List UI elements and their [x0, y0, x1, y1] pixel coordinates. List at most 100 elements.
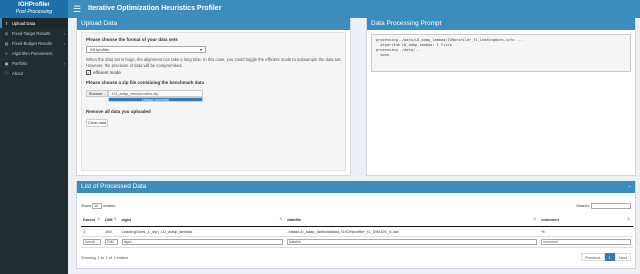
table-cell: 1: [81, 226, 104, 237]
table-row[interactable]: 1 100 LeadingOnes_1_dyn_LD_adap_lambda ./da…: [81, 226, 633, 237]
sort-icon: ⇅: [113, 217, 117, 222]
column-header-label: comment: [541, 217, 559, 223]
top-navbar: ☰ Iterative Optimization Heuristics Prof…: [68, 0, 640, 18]
processed-data-box: List of Processed Data − Show 10 entries…: [76, 181, 636, 269]
sliders-icon: ≡: [5, 50, 8, 56]
filter-input-dim[interactable]: DIM: [105, 238, 118, 245]
target-icon: ◎: [4, 30, 9, 36]
browse-button[interactable]: Browse...: [86, 90, 108, 97]
filter-cell: datafile: [285, 236, 540, 248]
table-cell: ./data/LD_adap_lambda/data_f1/IOHprofile…: [285, 226, 540, 237]
upload-data-box: Upload Data Please choose the format of …: [76, 18, 351, 176]
table-cell: 100: [103, 226, 120, 237]
efficient-mode-row: ✓ efficient mode: [86, 70, 341, 75]
filter-cell: comment: [539, 236, 633, 248]
zip-label: Please choose a zip file containing the …: [86, 80, 205, 85]
efficient-mode-label: efficient mode: [93, 70, 121, 75]
format-label: Please choose the format of your data se…: [86, 37, 178, 42]
table-controls: Show 10 entries Search:: [81, 203, 631, 210]
chevron-left-icon: ‹: [63, 60, 65, 66]
previous-page-button[interactable]: Previous: [580, 253, 605, 261]
sidebar-item-label: Portfolio: [12, 60, 28, 66]
filter-input-funcid[interactable]: funcId: [83, 238, 102, 245]
file-name-field[interactable]: LD_adap_benchmarks.zip: [108, 90, 203, 97]
remove-data-label: Remove all data you uploaded: [86, 109, 151, 114]
table-info: Showing 1 to 1 of 1 entries: [81, 255, 129, 260]
collapse-icon[interactable]: −: [628, 181, 631, 193]
table-box-header: List of Processed Data −: [77, 181, 635, 193]
caret-down-icon: ▾: [199, 47, 202, 52]
filter-cell: DIM: [103, 236, 120, 248]
table-search: Search:: [576, 203, 631, 209]
search-label: Search:: [576, 203, 590, 209]
filter-input-datafile[interactable]: datafile: [287, 238, 538, 245]
show-label: Show: [81, 203, 92, 209]
filter-row: funcId DIM algId datafile comment: [81, 236, 633, 248]
sidebar-item-fixed-target-results[interactable]: ◎ Fixed-Target Results ‹: [0, 28, 68, 38]
prompt-box-title: Data Processing Prompt: [367, 18, 635, 30]
filter-input-algid[interactable]: algId: [121, 238, 284, 245]
sidebar-item-upload-data[interactable]: ⇪ Upload Data: [0, 18, 68, 28]
entries-label: entries: [103, 203, 116, 209]
column-header-dim[interactable]: DIM ⇅: [103, 214, 120, 227]
upload-box-title: Upload Data: [77, 18, 350, 30]
sidebar-item-about[interactable]: ⓘ About: [0, 68, 68, 78]
chevron-left-icon: ‹: [63, 40, 65, 46]
filter-input-comment[interactable]: comment: [541, 238, 631, 245]
column-header-label: funcId: [83, 217, 95, 223]
sidebar-item-algorithm-parameters[interactable]: ≡ Algorithm Parameters: [0, 48, 68, 58]
table-cell: %: [539, 226, 633, 237]
column-header-label: DIM: [105, 217, 113, 223]
sort-icon: ⇅: [279, 217, 283, 222]
filter-cell: funcId: [81, 236, 104, 248]
logo-subtitle: Post-Processing: [15, 9, 53, 15]
format-select-value: IOHprofiler: [90, 47, 110, 52]
column-header-comment[interactable]: comment ⇅: [539, 214, 633, 227]
table-box-title: List of Processed Data: [81, 183, 147, 190]
search-input[interactable]: [591, 203, 631, 209]
app-title: Iterative Optimization Heuristics Profil…: [88, 5, 222, 12]
chevron-left-icon: ‹: [63, 30, 65, 36]
logo-title: IOHProfiler: [18, 2, 50, 8]
format-select[interactable]: IOHprofiler ▾: [86, 46, 206, 53]
sidebar-item-portfolio[interactable]: ▣ Portfolio ‹: [0, 58, 68, 68]
table-header-row: funcId ⇅ DIM ⇅ algId ⇅ datafile ⇅ comment ⇅: [81, 214, 633, 227]
column-header-label: datafile: [287, 217, 302, 223]
pagination: Previous 1 Next: [580, 253, 631, 261]
sidebar-item-fixed-budget-results[interactable]: ▤ Fixed-Budget Results ‹: [0, 38, 68, 48]
sidebar-item-label: Algorithm Parameters: [12, 50, 53, 56]
budget-icon: ▤: [4, 40, 9, 46]
sort-icon: ⇅: [97, 217, 101, 222]
column-header-label: algId: [121, 217, 131, 223]
page-length-select[interactable]: 10: [92, 203, 103, 209]
efficient-mode-checkbox[interactable]: ✓: [86, 70, 91, 75]
portfolio-icon: ▣: [4, 60, 9, 66]
clear-data-button[interactable]: Clear data: [86, 119, 108, 127]
filter-cell: algId: [119, 236, 286, 248]
upload-progress-text: Upload complete: [142, 98, 169, 102]
file-input: Browse... LD_adap_benchmarks.zip: [86, 90, 341, 97]
sort-icon: ⇅: [533, 217, 537, 222]
data-processing-prompt-box: Data Processing Prompt processing ./data…: [366, 18, 636, 176]
upload-panel: Please choose the format of your data se…: [81, 32, 346, 171]
app-logo[interactable]: IOHProfiler Post-Processing: [0, 0, 68, 18]
column-header-datafile[interactable]: datafile ⇅: [285, 214, 540, 227]
sidebar-item-label: Fixed-Target Results: [12, 30, 51, 36]
prompt-output: processing ./data/LD_adap_lambda/IOHprof…: [371, 34, 631, 72]
sort-icon: ⇅: [626, 217, 630, 222]
next-page-button[interactable]: Next: [614, 253, 631, 261]
processed-data-table: funcId ⇅ DIM ⇅ algId ⇅ datafile ⇅ comment ⇅ 1 100 L…: [81, 214, 633, 248]
sidebar-item-label: Upload Data: [12, 20, 36, 26]
hamburger-icon[interactable]: ☰: [73, 3, 83, 15]
sidebar: ⇪ Upload Data ◎ Fixed-Target Results ‹ ▤ Fixed…: [0, 18, 68, 274]
upload-icon: ⇪: [4, 20, 9, 26]
page-1-button[interactable]: 1: [604, 253, 615, 261]
info-icon: ⓘ: [4, 70, 9, 75]
column-header-algid[interactable]: algId ⇅: [119, 214, 286, 227]
column-header-funcid[interactable]: funcId ⇅: [81, 214, 104, 227]
upload-progress-bar: Upload complete: [108, 97, 203, 102]
sidebar-item-label: About: [12, 70, 23, 76]
table-cell: LeadingOnes_1_dyn_LD_adap_lambda: [119, 226, 286, 237]
efficient-mode-help: When the data set is huge, the alignment…: [86, 57, 342, 68]
sidebar-item-label: Fixed-Budget Results: [12, 40, 53, 46]
